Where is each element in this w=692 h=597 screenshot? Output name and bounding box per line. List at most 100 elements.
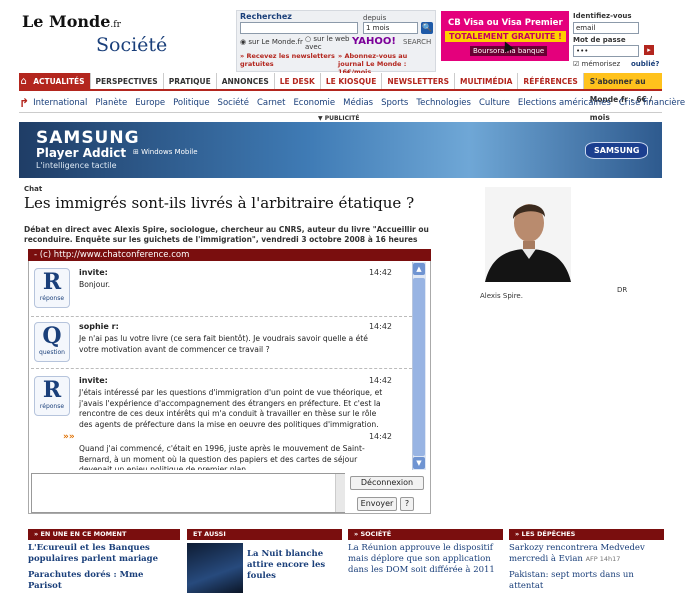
nav-tab[interactable]: LE KIOSQUE — [321, 73, 383, 89]
answer-badge: R réponse — [34, 268, 70, 308]
banner-product: Player Addict — [36, 146, 127, 160]
search-input[interactable] — [240, 22, 358, 34]
subnav-item[interactable]: Sports — [377, 98, 412, 108]
subnav-item[interactable]: Technologies — [412, 98, 475, 108]
subnav-item[interactable]: Europe — [131, 98, 169, 108]
headline-link[interactable]: L'Ecureuil et les Banques populaires par… — [28, 543, 180, 565]
section-header-depeches[interactable]: » LES DÉPÊCHES — [509, 529, 664, 540]
nav-tab[interactable]: PRATIQUE — [164, 73, 217, 89]
subnav-item[interactable]: Politique — [169, 98, 213, 108]
newsletter-link[interactable]: » Recevez les newsletters gratuites — [240, 52, 335, 68]
headline-link[interactable]: Parachutes dorés : Mme Parisot — [28, 570, 180, 592]
section-title: Société — [96, 34, 168, 56]
badge-letter: Q — [42, 323, 62, 349]
article-lead: Débat en direct avec Alexis Spire, socio… — [24, 225, 429, 244]
section-header-aussi[interactable]: ET AUSSI — [187, 529, 342, 540]
photo-credit: DR — [617, 286, 628, 294]
search-label: Recherchez — [240, 12, 292, 21]
section-header-une[interactable]: » EN UNE EN CE MOMENT — [28, 529, 180, 540]
password-field[interactable]: ••• — [573, 45, 639, 57]
message-author: invite: — [79, 268, 108, 277]
subnav-item[interactable]: Société — [214, 98, 253, 108]
banner-os: ⊞ Windows Mobile — [133, 148, 198, 156]
disconnect-button[interactable]: Déconnexion — [350, 476, 424, 490]
subnav-arrow-icon: ↱ — [19, 95, 30, 110]
main-nav: ⌂ ACTUALITÉS PERSPECTIVES PRATIQUE ANNON… — [19, 73, 662, 122]
nav-tab[interactable]: LE DESK — [275, 73, 321, 89]
scroll-thumb[interactable] — [413, 278, 425, 456]
sub-nav: ↱ International Planète Europe Politique… — [19, 93, 685, 113]
radio-web[interactable]: ○ sur le web avec — [305, 35, 353, 51]
nav-tab[interactable]: RÉFÉRENCES — [518, 73, 584, 89]
badge-kind: réponse — [39, 403, 65, 410]
message-time: 14:42 — [368, 432, 392, 441]
nuit-blanche-image[interactable] — [187, 543, 243, 593]
badge-letter: R — [42, 269, 62, 295]
subnav-item[interactable]: Elections américaines — [514, 98, 615, 108]
chat-message: »» 14:42 Quand j'ai commencé, c'était en… — [31, 432, 412, 470]
promo-title: CB Visa ou Visa Premier — [448, 18, 563, 28]
banner-tagline: L'intelligence tactile — [36, 161, 117, 170]
chat-log[interactable]: R réponse invite: 14:42 Bonjour. Q quest… — [31, 262, 412, 470]
message-text: Je n'ai pas lu votre livre (ce sera fait… — [79, 334, 368, 354]
nav-tab[interactable]: MULTIMÉDIA — [455, 73, 519, 89]
nav-tab[interactable]: ANNONCES — [217, 73, 275, 89]
subnav-item[interactable]: Economie — [289, 98, 339, 108]
subnav-item[interactable]: Médias — [339, 98, 377, 108]
message-author: sophie r: — [79, 322, 119, 331]
site-logo[interactable]: Le Monde.fr — [22, 12, 121, 31]
subnav-item[interactable]: International — [29, 98, 91, 108]
headline-text: Sarkozy rencontrera Medvedev mercredi à … — [509, 543, 645, 564]
input-scrollbar[interactable] — [335, 474, 345, 512]
login-submit-button[interactable]: ▸ — [644, 45, 654, 55]
chat-topbar: - (c) http://www.chatconference.com — [28, 249, 431, 261]
nav-tab[interactable]: NEWSLETTERS — [382, 73, 456, 89]
subnav-item[interactable]: Carnet — [253, 98, 289, 108]
banner-logo: SAMSUNG — [585, 142, 649, 159]
send-button[interactable]: Envoyer — [357, 497, 397, 511]
radio-lemonde[interactable]: ◉ sur Le Monde.fr — [240, 38, 303, 46]
subnav-item[interactable]: Culture — [475, 98, 514, 108]
subnav-item[interactable]: Planète — [91, 98, 131, 108]
nav-tab[interactable]: PERSPECTIVES — [91, 73, 164, 89]
scroll-down-icon[interactable]: ▼ — [413, 457, 425, 469]
headline-link[interactable]: Sarkozy rencontrera Medvedev mercredi à … — [509, 543, 664, 565]
scroll-up-icon[interactable]: ▲ — [413, 263, 425, 275]
question-badge: Q question — [34, 322, 70, 362]
remember-checkbox[interactable]: ☑ mémorisez — [573, 60, 620, 68]
chat-message: R réponse invite: 14:42 Bonjour. — [31, 266, 412, 314]
article-kicker: Chat — [24, 185, 43, 193]
help-button[interactable]: ? — [400, 497, 414, 511]
search-icon[interactable]: 🔍 — [421, 22, 433, 34]
headline-link[interactable]: La Réunion approuve le dispositif mais d… — [348, 543, 503, 576]
article-title: Les immigrés sont-ils livrés à l'arbitra… — [24, 194, 415, 212]
forgot-password-link[interactable]: oublié? — [631, 60, 659, 68]
logo-suffix: .fr — [110, 20, 121, 30]
subnav-item[interactable]: Crise financière — [615, 98, 689, 108]
dispatch-meta: AFP 14h17 — [585, 555, 621, 563]
message-time: 14:42 — [368, 268, 392, 277]
headline-link[interactable]: La Nuit blanche attire encore les foules — [247, 549, 339, 582]
badge-letter: R — [42, 377, 62, 403]
banner-brand: SAMSUNG — [36, 128, 140, 148]
subscribe-button[interactable]: S'abonner au Monde.fr - 6€ / mois — [583, 73, 662, 122]
nav-tab[interactable]: ACTUALITÉS — [28, 73, 91, 89]
portrait-image — [485, 187, 571, 282]
message-divider — [31, 368, 412, 369]
section-header-societe[interactable]: » SOCIÉTÉ — [348, 529, 503, 540]
chat-message: R réponse invite: 14:42 J'étais intéress… — [31, 374, 412, 434]
message-text: J'étais intéressé par les questions d'im… — [79, 388, 383, 429]
author-photo — [485, 187, 571, 282]
continuation-marker-icon: »» — [63, 432, 75, 442]
badge-kind: réponse — [39, 295, 65, 302]
message-time: 14:42 — [368, 322, 392, 331]
email-field[interactable]: email — [573, 22, 639, 34]
depuis-select[interactable]: 1 mois — [363, 22, 418, 34]
login-ident-label: Identifiez-vous — [573, 12, 632, 20]
yahoo-search-label: SEARCH — [403, 38, 432, 46]
home-icon[interactable]: ⌂ — [19, 73, 29, 89]
badge-kind: question — [39, 349, 65, 356]
chat-message-input[interactable] — [31, 473, 345, 513]
message-text: Quand j'ai commencé, c'était en 1996, ju… — [79, 444, 365, 470]
headline-link[interactable]: Pakistan: sept morts dans un attentat — [509, 570, 664, 592]
